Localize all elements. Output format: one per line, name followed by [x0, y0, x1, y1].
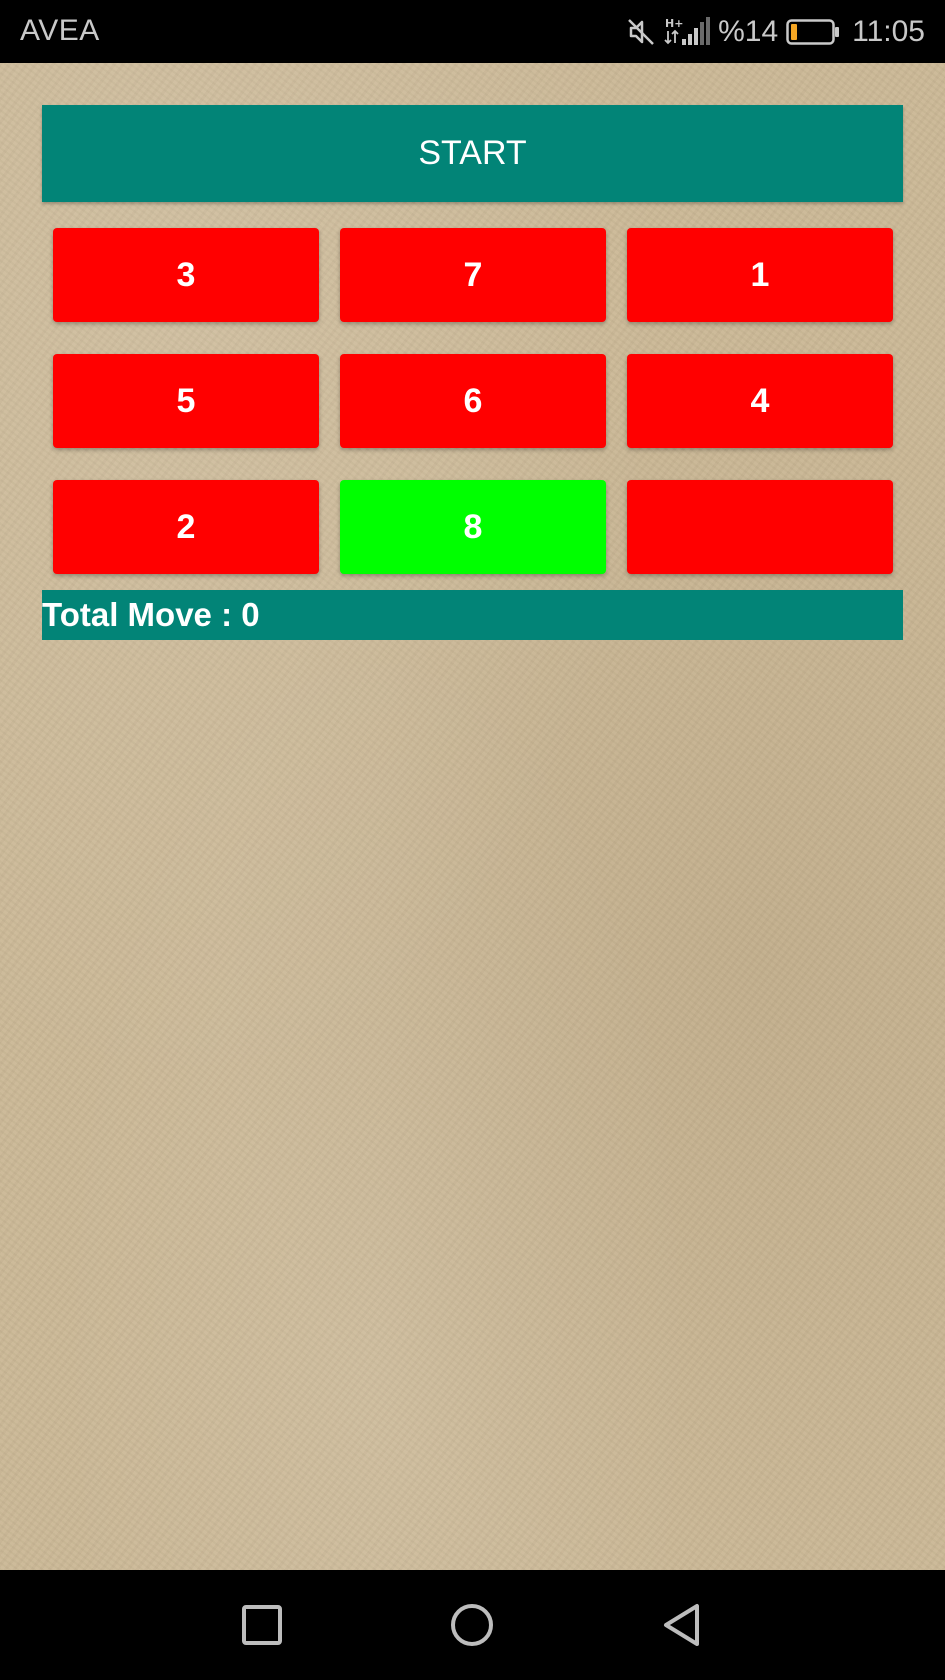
- navigation-bar: [0, 1570, 945, 1680]
- tile-1[interactable]: 1: [627, 228, 893, 322]
- recents-square-icon[interactable]: [237, 1600, 287, 1650]
- total-move-counter: Total Move : 0: [42, 590, 903, 640]
- clock: 11:05: [852, 15, 925, 48]
- back-triangle-icon[interactable]: [658, 1600, 708, 1650]
- carrier-name: AVEA: [20, 14, 100, 47]
- tile-6[interactable]: 6: [340, 354, 606, 448]
- game-board-area: START 371 564 28 Total Move : 0: [0, 63, 945, 1570]
- tile-4[interactable]: 4: [627, 354, 893, 448]
- svg-text:H+: H+: [665, 17, 683, 30]
- tile-7[interactable]: 7: [340, 228, 606, 322]
- tile-empty[interactable]: [627, 480, 893, 574]
- tile-2[interactable]: 2: [53, 480, 319, 574]
- signal-hplus-icon: H+: [664, 17, 711, 45]
- home-circle-icon[interactable]: [447, 1600, 497, 1650]
- tile-3[interactable]: 3: [53, 228, 319, 322]
- battery-percent: %14: [718, 15, 779, 48]
- status-bar: AVEA H+ %14 11:05: [0, 0, 945, 63]
- battery-icon: [786, 19, 840, 45]
- start-button[interactable]: START: [42, 105, 903, 202]
- tile-8[interactable]: 8: [340, 480, 606, 574]
- tile-5[interactable]: 5: [53, 354, 319, 448]
- status-icons: H+ %14 11:05: [626, 12, 925, 52]
- mute-icon: [628, 19, 654, 45]
